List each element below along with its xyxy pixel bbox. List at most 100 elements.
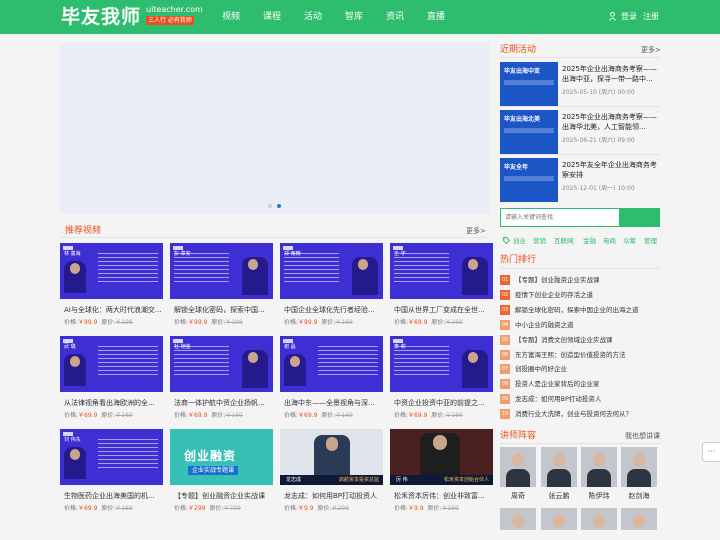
tag-link[interactable]: 金融 bbox=[583, 236, 596, 246]
login-link[interactable]: 登录 bbox=[621, 10, 637, 24]
ranking-title[interactable]: 创投圈中的好企业 bbox=[515, 362, 660, 376]
teacher-photo[interactable] bbox=[500, 447, 536, 487]
video-thumbnail[interactable]: 郑 南楠 bbox=[280, 243, 383, 299]
video-card[interactable]: 郑 南楠 中国企业全球化先行者经验... 价格:￥99.9 原价:￥169 bbox=[280, 243, 383, 333]
nav-news[interactable]: 资讯 bbox=[386, 9, 404, 25]
banner-dot-1[interactable] bbox=[268, 204, 272, 208]
become-teacher-link[interactable]: 我也想讲课 bbox=[625, 431, 660, 441]
video-thumbnail[interactable]: 刘 伟东 bbox=[60, 429, 163, 485]
teacher-name[interactable]: 张云鹏 bbox=[541, 491, 577, 501]
search-input[interactable] bbox=[500, 208, 620, 227]
event-title[interactable]: 2025年企业出海商务考察——出海华北美，人工智能领... bbox=[562, 112, 660, 132]
video-title[interactable]: 从法律视角看出海欧洲的全... bbox=[64, 398, 163, 408]
teacher-card[interactable] bbox=[621, 508, 657, 530]
video-card[interactable]: 龙志成 启航资本投资总监 龙志成：如何用BP打动投资人 价格:￥9.9 原价:￥299 bbox=[280, 429, 383, 519]
teacher-photo[interactable] bbox=[581, 447, 617, 487]
ranking-item[interactable]: 01 【专题】创业融资企业实战课 bbox=[500, 273, 660, 287]
site-logo[interactable]: 毕友我师 bbox=[61, 5, 141, 29]
tag-link[interactable]: 管理 bbox=[644, 236, 657, 246]
video-title[interactable]: 中国企业全球化先行者经验... bbox=[284, 305, 383, 315]
video-card[interactable]: 李 莉中资企业投资中亚的前提之... 价格:￥69.9 原价:￥169 bbox=[390, 336, 493, 426]
teacher-card[interactable] bbox=[541, 508, 577, 530]
teacher-card[interactable] bbox=[581, 508, 617, 530]
search-button[interactable] bbox=[620, 208, 660, 227]
ranking-title[interactable]: 投资人是企业家背后的企业家 bbox=[515, 377, 660, 391]
ranking-item[interactable]: 08 投资人是企业家背后的企业家 bbox=[500, 377, 660, 391]
event-item[interactable]: 毕友出海北美 2025年企业出海商务考察——出海华北美，人工智能领... 202… bbox=[500, 110, 660, 154]
ranking-title[interactable]: 解锁全球化密码，探索中国企业的出海之道 bbox=[515, 303, 660, 317]
video-thumbnail[interactable]: 创业融资 企业实战专题课 bbox=[170, 429, 273, 485]
event-item[interactable]: 毕友出海中亚 2025年企业出海商务考察——出海中亚，探寻一带一路中... 20… bbox=[500, 62, 660, 106]
teacher-photo[interactable] bbox=[500, 508, 536, 530]
hero-banner[interactable] bbox=[60, 42, 490, 214]
nav-event[interactable]: 活动 bbox=[304, 9, 322, 25]
videos-more-link[interactable]: 更多> bbox=[466, 226, 486, 236]
video-title[interactable]: 法商一体护航中资企业扬帆... bbox=[174, 398, 273, 408]
register-link[interactable]: 注册 bbox=[643, 10, 659, 24]
teacher-card[interactable] bbox=[500, 508, 536, 530]
event-thumbnail[interactable]: 毕友出海中亚 bbox=[500, 62, 558, 106]
ranking-item[interactable]: 10 消费行业大洗牌，创业与投资何去何从？ bbox=[500, 407, 660, 421]
event-title[interactable]: 2025年企业出海商务考察——出海中亚，探寻一带一路中... bbox=[562, 64, 660, 84]
nav-course[interactable]: 课程 bbox=[263, 9, 281, 25]
video-card[interactable]: 林 童海 AI与全球化：两大时代浪潮交... 价格:￥99.9 原价:￥198 bbox=[60, 243, 163, 333]
video-thumbnail[interactable]: 厉 伟松禾资本创始合伙人 bbox=[390, 429, 493, 485]
tag-link[interactable]: 电商 bbox=[603, 236, 616, 246]
video-card[interactable]: 王 宇中国从世界工厂变成在全世... 价格:￥69.9 原价:￥169 bbox=[390, 243, 493, 333]
video-card[interactable]: 彭 章安 解锁全球化密码，探索中国... 价格:￥99.9 原价:￥198 bbox=[170, 243, 273, 333]
video-title[interactable]: 生物医药企业出海美国的机... bbox=[64, 491, 163, 501]
video-thumbnail[interactable]: 李 莉 bbox=[390, 336, 493, 392]
ranking-item[interactable]: 07 创投圈中的好企业 bbox=[500, 362, 660, 376]
video-card[interactable]: 谢 晶出海中东——全景视角与深... 价格:￥69.9 原价:￥169 bbox=[280, 336, 383, 426]
ranking-item[interactable]: 05 【专题】消费文创领域企业实战课 bbox=[500, 333, 660, 347]
video-thumbnail[interactable]: 林 童海 bbox=[60, 243, 163, 299]
tag-link[interactable]: 创业 bbox=[513, 236, 526, 246]
video-card[interactable]: 杜 铠金 法商一体护航中资企业扬帆... 价格:￥69.9 原价:￥169 bbox=[170, 336, 273, 426]
teacher-card[interactable]: 赵剑海 bbox=[621, 447, 657, 505]
video-thumbnail[interactable]: 武 璐 bbox=[60, 336, 163, 392]
ranking-item[interactable]: 04 中小企业的融资之道 bbox=[500, 318, 660, 332]
teacher-name[interactable]: 陈伊玮 bbox=[581, 491, 617, 501]
video-thumbnail[interactable]: 王 宇 bbox=[390, 243, 493, 299]
teacher-name[interactable]: 周奇 bbox=[500, 491, 536, 501]
video-thumbnail[interactable]: 彭 章安 bbox=[170, 243, 273, 299]
teacher-name[interactable]: 赵剑海 bbox=[621, 491, 657, 501]
video-thumbnail[interactable]: 谢 晶 bbox=[280, 336, 383, 392]
tag-link[interactable]: 互联网 bbox=[554, 236, 574, 246]
ranking-item[interactable]: 02 疫情下创业企业的存活之道 bbox=[500, 288, 660, 302]
video-title[interactable]: 中国从世界工厂变成在全世... bbox=[394, 305, 493, 315]
event-title[interactable]: 2025年友全年企业出海商务考察安排 bbox=[562, 160, 660, 180]
ranking-title[interactable]: 东方富海王熙：创造型价值投资的方法 bbox=[515, 348, 660, 362]
event-thumbnail[interactable]: 毕友出海北美 bbox=[500, 110, 558, 154]
ranking-title[interactable]: 中小企业的融资之道 bbox=[515, 318, 660, 332]
nav-thinktank[interactable]: 智库 bbox=[345, 9, 363, 25]
ranking-item[interactable]: 06 东方富海王熙：创造型价值投资的方法 bbox=[500, 348, 660, 362]
video-title[interactable]: 松禾资本厉伟：创业非致富... bbox=[394, 491, 493, 501]
nav-video[interactable]: 视频 bbox=[222, 9, 240, 25]
teacher-photo[interactable] bbox=[621, 508, 657, 530]
video-card[interactable]: 厉 伟松禾资本创始合伙人 松禾资本厉伟：创业非致富... 价格:￥9.9 原价:￥1… bbox=[390, 429, 493, 519]
video-title[interactable]: 【专题】创业融资企业实战课 bbox=[174, 491, 273, 501]
teacher-card[interactable]: 张云鹏 bbox=[541, 447, 577, 505]
teacher-photo[interactable] bbox=[581, 508, 617, 530]
video-card[interactable]: 武 璐从法律视角看出海欧洲的全... 价格:￥69.9 原价:￥169 bbox=[60, 336, 163, 426]
teacher-card[interactable]: 陈伊玮 bbox=[581, 447, 617, 505]
banner-dot-2[interactable] bbox=[277, 204, 281, 208]
tag-link[interactable]: 众筹 bbox=[623, 236, 636, 246]
teacher-photo[interactable] bbox=[541, 447, 577, 487]
chat-float-button[interactable]: ··· bbox=[702, 442, 720, 462]
teacher-card[interactable]: 周奇 bbox=[500, 447, 536, 505]
ranking-item[interactable]: 09 龙志成：如何用BP打动投资人 bbox=[500, 392, 660, 406]
video-card[interactable]: 刘 伟东 生物医药企业出海美国的机... 价格:￥69.9 原价:￥169 bbox=[60, 429, 163, 519]
event-thumbnail[interactable]: 毕友全年 bbox=[500, 158, 558, 202]
video-card[interactable]: 创业融资 企业实战专题课 【专题】创业融资企业实战课 价格:￥299 原价:￥799 bbox=[170, 429, 273, 519]
video-title[interactable]: 中资企业投资中亚的前提之... bbox=[394, 398, 493, 408]
nav-live[interactable]: 直播 bbox=[427, 9, 445, 25]
ranking-title[interactable]: 【专题】创业融资企业实战课 bbox=[515, 273, 660, 287]
video-title[interactable]: 出海中东——全景视角与深... bbox=[284, 398, 383, 408]
ranking-item[interactable]: 03 解锁全球化密码，探索中国企业的出海之道 bbox=[500, 303, 660, 317]
video-title[interactable]: AI与全球化：两大时代浪潮交... bbox=[64, 305, 163, 315]
teacher-photo[interactable] bbox=[541, 508, 577, 530]
events-more-link[interactable]: 更多> bbox=[641, 45, 661, 55]
ranking-title[interactable]: 消费行业大洗牌，创业与投资何去何从？ bbox=[515, 407, 660, 421]
